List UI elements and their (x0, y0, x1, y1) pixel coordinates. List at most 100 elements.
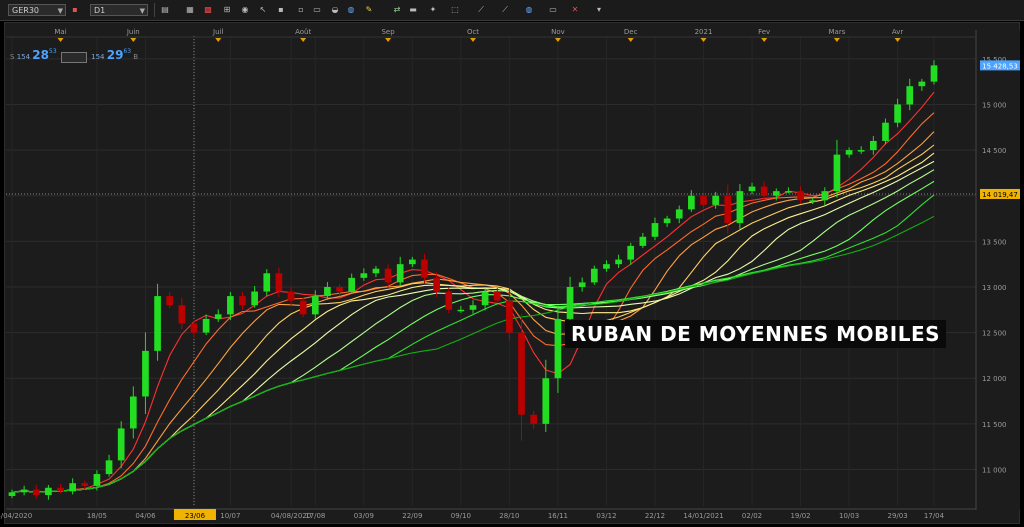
candle-body (445, 291, 453, 310)
month-marker (627, 38, 634, 42)
x-tick-label: 22/12 (645, 512, 665, 520)
y-tick-label: 15 000 (982, 101, 1007, 109)
candle-body (906, 86, 914, 105)
candle-body (117, 428, 125, 461)
candle-body (251, 291, 258, 306)
month-marker (833, 38, 840, 42)
candle-body (227, 296, 234, 315)
x-tick-label: 17/08 (305, 512, 325, 520)
candle-body (518, 332, 525, 415)
candle-body (748, 186, 756, 192)
candle-body (760, 186, 768, 196)
x-tick-label: 17/04 (924, 512, 945, 520)
candle-body (651, 223, 659, 237)
y-tick-label: 12 500 (982, 330, 1007, 338)
candle-body (627, 245, 635, 260)
candle-body (821, 191, 829, 201)
month-label: Fev (758, 28, 770, 36)
sell-price[interactable]: 28 (32, 48, 49, 62)
candle-body (105, 460, 113, 475)
month-label: Sep (381, 28, 395, 36)
candle-body (178, 305, 186, 324)
candle-body (311, 296, 319, 315)
candles (8, 60, 938, 500)
candle-body (45, 487, 52, 496)
month-marker (700, 38, 707, 42)
candle-body (724, 195, 732, 224)
candle-body (554, 318, 562, 379)
y-tick-label: 14 500 (982, 147, 1007, 155)
month-label: Juin (126, 28, 140, 36)
x-tick-label: 03/09 (354, 512, 374, 520)
buy-price-decimals: 63 (123, 48, 132, 55)
sell-price-decimals: 53 (49, 48, 57, 55)
candle-body (833, 154, 841, 192)
candle-body (202, 318, 210, 333)
x-tick-label: 04/06 (135, 512, 156, 520)
candle-body (214, 314, 222, 319)
candle-body (57, 487, 64, 492)
candle-body (360, 273, 368, 278)
month-label: Avr (892, 28, 904, 36)
buy-price[interactable]: 29 (107, 48, 124, 62)
lot-size-field[interactable] (60, 51, 87, 63)
candle-body (785, 191, 792, 193)
x-tick-label: 14/01/2021 (683, 512, 723, 520)
candle-body (166, 296, 174, 306)
crosshair-price-label: 14 019,47 (982, 191, 1018, 199)
candle-body (263, 273, 271, 292)
candle-body (190, 323, 198, 333)
x-tick-label: 02/02 (742, 512, 762, 520)
month-marker (761, 38, 768, 42)
y-tick-label: 11 000 (982, 466, 1007, 474)
month-label: Nov (551, 28, 565, 36)
candle-body (530, 414, 537, 424)
x-tick-label: 28/10 (499, 512, 519, 520)
candle-body (129, 396, 137, 429)
candle-body (493, 291, 501, 301)
ma-ribbon (11, 91, 935, 493)
candle-body (469, 305, 477, 310)
candle-body (663, 218, 671, 224)
candle-body (772, 191, 780, 196)
ma-line (11, 91, 935, 493)
candle-body (433, 277, 440, 292)
candle-body (845, 150, 853, 155)
y-tick-label: 13 500 (982, 238, 1007, 246)
candle-body (8, 492, 16, 496)
spread-widget: S 154 2853 154 2963 B (10, 48, 139, 63)
candle-body (299, 300, 307, 315)
x-tick-label: 23/06 (185, 512, 206, 520)
candle-body (409, 259, 416, 265)
candlestick-chart[interactable]: 11 000 11 500 12 000 12 500 13 000 13 500 14 0… (0, 0, 1024, 527)
candle-body (32, 489, 40, 496)
y-tick-label: 13 000 (982, 284, 1007, 292)
buy-prefix: 154 (91, 53, 105, 61)
month-label: Juil (212, 28, 223, 36)
candle-body (870, 140, 877, 151)
candle-body (506, 300, 513, 333)
month-marker (215, 38, 222, 42)
candle-body (481, 291, 489, 306)
y-tick-label: 11 500 (982, 421, 1007, 429)
x-tick-label: 14/04/2020 (0, 512, 32, 520)
x-tick-label: 29/03 (888, 512, 908, 520)
candle-body (348, 277, 356, 292)
y-tick-label: 12 000 (982, 375, 1007, 383)
month-marker (57, 38, 64, 42)
candle-body (590, 268, 598, 283)
candle-body (396, 264, 404, 283)
month-marker (300, 38, 307, 42)
candle-body (69, 483, 76, 492)
month-label: Mars (829, 28, 846, 36)
candle-body (336, 286, 343, 292)
candle-body (700, 195, 707, 205)
candle-body (894, 104, 901, 123)
x-tick-label: 10/03 (839, 512, 859, 520)
candle-body (324, 286, 331, 297)
candle-body (615, 259, 622, 265)
buy-label: B (133, 53, 139, 61)
sell-prefix: 154 (16, 53, 31, 61)
annotation-label: RUBAN DE MOYENNES MOBILES (565, 320, 947, 348)
current-price-label: 15 428,53 (982, 62, 1018, 70)
